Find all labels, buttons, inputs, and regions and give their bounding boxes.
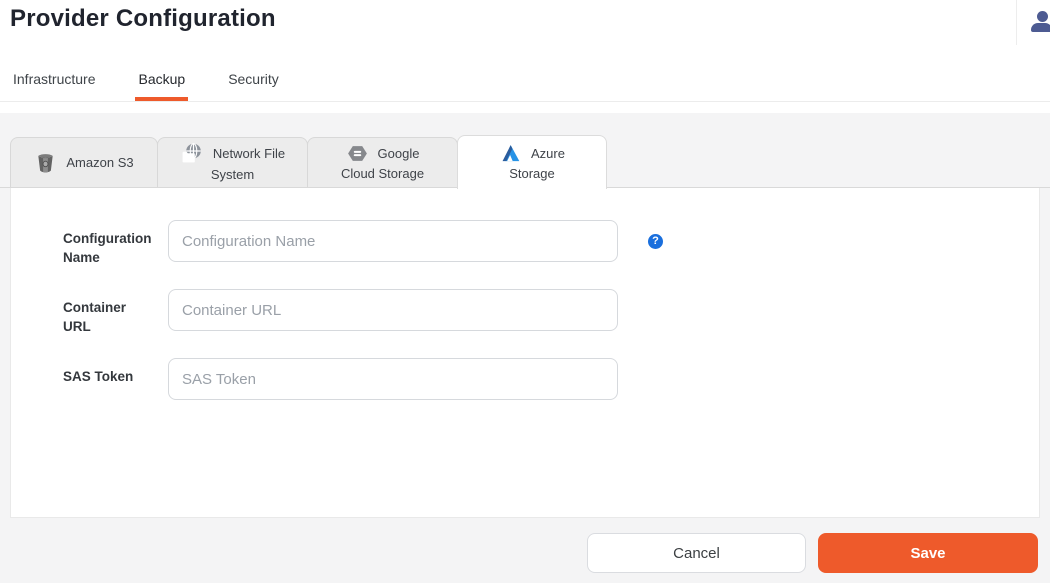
google-cloud-storage-icon	[346, 142, 369, 165]
tab-azure-storage-label-line2: Storage	[509, 165, 555, 183]
amazon-s3-icon	[34, 150, 57, 176]
azure-storage-icon	[499, 142, 522, 165]
cancel-button[interactable]: Cancel	[587, 533, 806, 573]
main-tab-bar: Infrastructure Backup Security	[10, 61, 319, 102]
person-icon-head	[1037, 11, 1048, 22]
provider-tab-bar: Amazon S3 Network File System	[10, 137, 607, 191]
tab-google-cloud-storage-label-line1: Google	[378, 144, 420, 164]
sas-token-input[interactable]	[168, 358, 618, 400]
sas-token-label: SAS Token	[63, 358, 153, 386]
tab-amazon-s3[interactable]: Amazon S3	[10, 137, 158, 187]
save-button[interactable]: Save	[818, 533, 1038, 573]
configuration-name-label: Configuration Name	[63, 220, 153, 267]
tab-infrastructure-label: Infrastructure	[13, 71, 95, 87]
header-divider	[1016, 0, 1017, 45]
person-icon-torso	[1031, 23, 1050, 32]
container-url-label: Container URL	[63, 289, 153, 336]
tab-backup-label: Backup	[138, 71, 185, 87]
cancel-button-label: Cancel	[673, 545, 720, 562]
tab-network-file-system-label-line1: Network File	[213, 144, 285, 164]
help-icon[interactable]: ?	[648, 234, 663, 249]
person-icon[interactable]	[1031, 11, 1050, 31]
form-row-sas-token: SAS Token	[63, 358, 663, 400]
tab-google-cloud-storage[interactable]: Google Cloud Storage	[307, 137, 458, 187]
tab-azure-storage-label-line1: Azure	[531, 144, 565, 164]
tab-infrastructure[interactable]: Infrastructure	[10, 61, 98, 102]
tab-security-label: Security	[228, 71, 279, 87]
tab-backup[interactable]: Backup	[135, 61, 188, 102]
tab-network-file-system[interactable]: Network File System	[157, 137, 308, 187]
tab-amazon-s3-label: Amazon S3	[66, 153, 133, 173]
tab-azure-storage[interactable]: Azure Storage	[457, 135, 607, 189]
tab-security[interactable]: Security	[225, 61, 282, 102]
form-row-container-url: Container URL	[63, 289, 663, 336]
tab-network-file-system-label-line2: System	[211, 166, 254, 184]
azure-storage-form: Configuration Name ? Container URL SAS T…	[63, 220, 663, 422]
container-url-input[interactable]	[168, 289, 618, 331]
form-row-configuration-name: Configuration Name ?	[63, 220, 663, 267]
network-file-system-icon	[180, 142, 204, 166]
configuration-name-input[interactable]	[168, 220, 618, 262]
page-header: Provider Configuration Infrastructure Ba…	[0, 0, 1050, 113]
tab-google-cloud-storage-label-line2: Cloud Storage	[341, 165, 424, 183]
header-bottom-rule	[0, 101, 1050, 102]
page-title: Provider Configuration	[10, 5, 276, 33]
save-button-label: Save	[910, 545, 945, 562]
